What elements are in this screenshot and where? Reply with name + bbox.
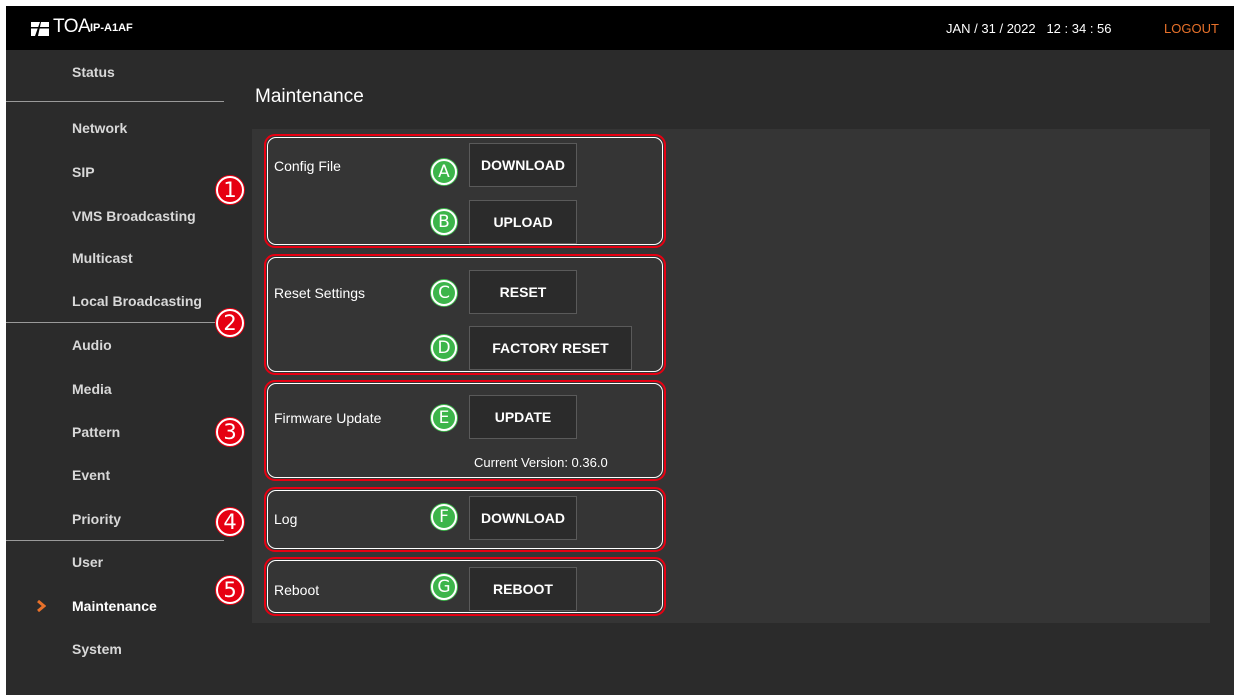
reboot-button[interactable]: REBOOT (469, 567, 577, 611)
sidebar-item-sip[interactable]: SIP (6, 150, 238, 194)
sidebar-item-status[interactable]: Status (6, 50, 238, 94)
model-name: IP-A1AF (90, 22, 133, 34)
sidebar-item-label: Audio (72, 337, 112, 353)
sidebar-item-local-broadcasting[interactable]: Local Broadcasting (6, 279, 238, 323)
button-marker: F (431, 504, 457, 530)
button-marker: E (431, 405, 457, 431)
factory-reset-button[interactable]: FACTORY RESET (469, 326, 632, 370)
sidebar-item-label: Maintenance (72, 598, 157, 614)
firmware-version: Current Version: 0.36.0 (474, 455, 608, 470)
sidebar: Status Network SIP VMS Broadcasting Mult… (6, 50, 238, 695)
reset-button[interactable]: RESET (469, 270, 577, 314)
logout-link[interactable]: LOGOUT (1164, 21, 1219, 36)
sidebar-divider (6, 101, 224, 102)
sidebar-item-media[interactable]: Media (6, 367, 238, 411)
sidebar-item-label: Pattern (72, 424, 121, 440)
sidebar-item-network[interactable]: Network (6, 106, 238, 150)
sidebar-item-system[interactable]: System (6, 627, 238, 671)
firmware-update-button[interactable]: UPDATE (469, 395, 577, 439)
sidebar-item-label: Status (72, 64, 115, 80)
section-label: Firmware Update (274, 410, 382, 426)
section-label: Reboot (274, 582, 320, 598)
brand-name: TOA (53, 16, 91, 37)
date-time: JAN / 31 / 2022 12 : 34 : 56 (946, 21, 1112, 36)
section-label: Reset Settings (274, 285, 366, 301)
button-marker: G (431, 574, 457, 600)
sidebar-item-label: Multicast (72, 250, 133, 266)
section-marker: 2 (216, 309, 244, 337)
log-download-button[interactable]: DOWNLOAD (469, 496, 577, 540)
section-marker: 1 (216, 176, 244, 204)
sidebar-item-multicast[interactable]: Multicast (6, 236, 238, 280)
sidebar-item-label: SIP (72, 164, 95, 180)
sidebar-item-user[interactable]: User (6, 540, 238, 584)
sidebar-item-vms-broadcasting[interactable]: VMS Broadcasting (6, 194, 238, 238)
config-upload-button[interactable]: UPLOAD (469, 200, 577, 244)
sidebar-item-label: Event (72, 467, 111, 483)
sidebar-item-label: System (72, 641, 122, 657)
sidebar-item-label: Network (72, 120, 128, 136)
sidebar-item-label: User (72, 554, 104, 570)
button-marker: B (431, 209, 457, 235)
section-label: Log (274, 511, 298, 527)
section-config-file (264, 134, 666, 248)
sidebar-item-label: Priority (72, 511, 122, 527)
toa-logo-icon (31, 22, 49, 36)
sidebar-item-priority[interactable]: Priority (6, 497, 238, 541)
chevron-right-icon (37, 600, 46, 612)
sidebar-item-pattern[interactable]: Pattern (6, 410, 238, 454)
section-marker: 3 (216, 418, 244, 446)
button-marker: C (431, 280, 457, 306)
sidebar-item-label: Media (72, 381, 112, 397)
sidebar-item-maintenance[interactable]: Maintenance (6, 584, 238, 628)
sidebar-item-event[interactable]: Event (6, 453, 238, 497)
sidebar-item-audio[interactable]: Audio (6, 323, 238, 367)
header-bar: TOA IP-A1AF JAN / 31 / 2022 12 : 34 : 56… (6, 6, 1234, 50)
app-window: TOA IP-A1AF JAN / 31 / 2022 12 : 34 : 56… (6, 6, 1234, 695)
button-marker: A (431, 159, 457, 185)
section-marker: 5 (216, 576, 244, 604)
page-title: Maintenance (255, 86, 364, 107)
sidebar-item-label: VMS Broadcasting (72, 208, 196, 224)
section-log (264, 487, 666, 552)
button-marker: D (431, 335, 457, 361)
section-reboot (264, 557, 666, 616)
config-download-button[interactable]: DOWNLOAD (469, 143, 577, 187)
section-label: Config File (274, 158, 341, 174)
sidebar-item-label: Local Broadcasting (72, 293, 202, 309)
section-marker: 4 (216, 508, 244, 536)
